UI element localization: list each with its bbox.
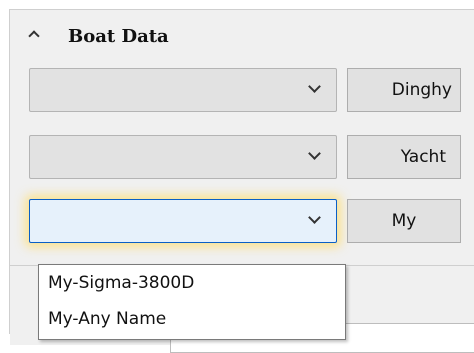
row-dinghy: Dinghy [10, 68, 474, 112]
yacht-combobox[interactable] [29, 135, 337, 179]
yacht-button[interactable]: Yacht [347, 135, 461, 179]
dropdown-option[interactable]: My-Sigma-3800D [39, 265, 345, 301]
row-my: My [10, 199, 474, 243]
section-title: Boat Data [68, 26, 169, 47]
chevron-down-icon[interactable] [308, 147, 321, 160]
my-button[interactable]: My [347, 199, 461, 243]
section-header-boat-data[interactable]: Boat Data [10, 10, 474, 60]
dropdown-option[interactable]: My-Any Name [39, 301, 345, 337]
my-combobox[interactable] [29, 199, 337, 243]
dinghy-combobox[interactable] [29, 68, 337, 112]
row-yacht: Yacht [10, 135, 474, 179]
boat-data-panel: Boat Data Dinghy Yacht My My-Sigma-3800D… [9, 9, 474, 353]
my-combobox-dropdown-list: My-Sigma-3800D My-Any Name [38, 264, 346, 340]
chevron-up-icon[interactable] [28, 30, 40, 42]
dinghy-button[interactable]: Dinghy [347, 68, 461, 112]
chevron-down-icon[interactable] [308, 211, 321, 224]
chevron-down-icon[interactable] [308, 80, 321, 93]
